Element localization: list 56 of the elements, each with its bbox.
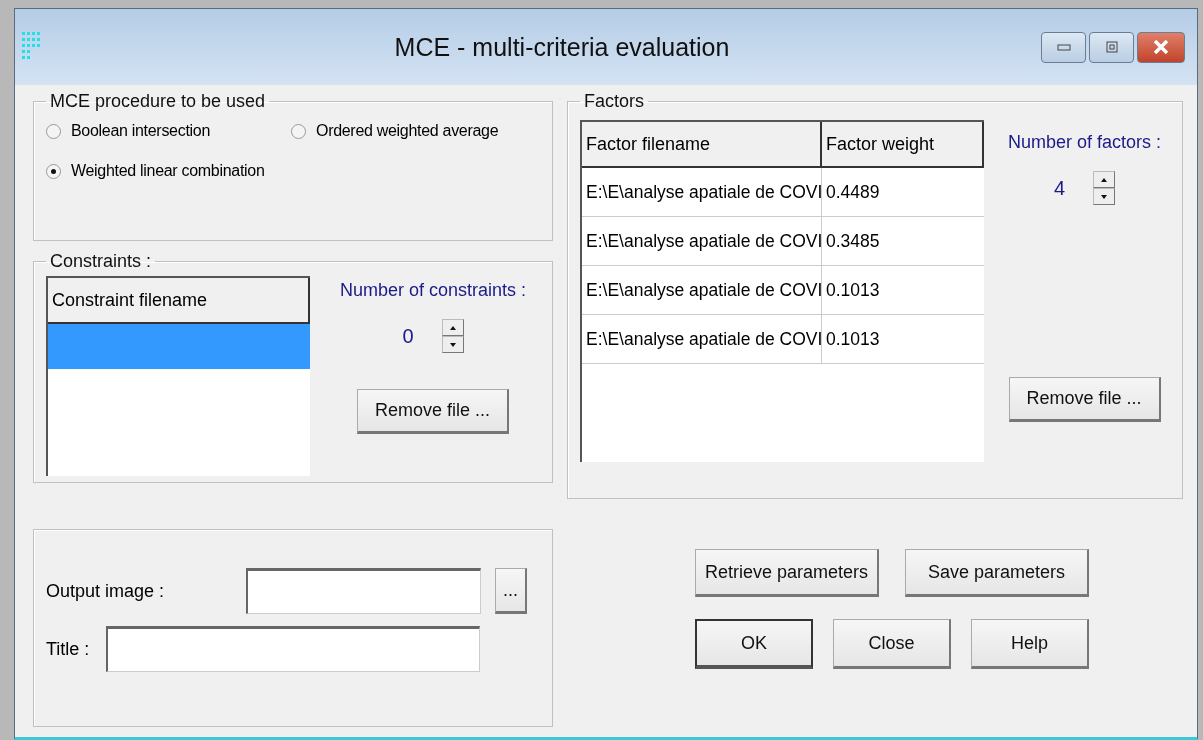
count-value: 4: [1053, 176, 1066, 200]
up-arrow-icon: [1101, 177, 1108, 182]
column-header[interactable]: Factor filename: [582, 122, 822, 168]
radio-label: Weighted linear combination: [71, 162, 265, 180]
output-image-field[interactable]: [246, 568, 481, 614]
radio-label: Boolean intersection: [71, 122, 210, 140]
column-header[interactable]: Factor weight: [822, 122, 984, 168]
minimize-button[interactable]: [1041, 31, 1086, 63]
spin-down-button[interactable]: [1093, 188, 1116, 205]
table-cell-text: 0.4489: [825, 180, 881, 204]
remove-file-button[interactable]: Remove file ...: [357, 389, 510, 434]
group-label: Factors: [583, 91, 645, 112]
constraint-list[interactable]: Constraint filename: [46, 276, 310, 476]
radio-label: Ordered weighted average: [316, 122, 499, 140]
radio-option[interactable]: Boolean intersection: [46, 122, 291, 140]
table-cell: E:\E\analyse apatiale de COVI: [582, 315, 822, 363]
spin-up-button[interactable]: [441, 319, 464, 336]
count-label: Number of factors :: [1008, 132, 1162, 153]
title-field[interactable]: [106, 626, 480, 672]
title-label: Title :: [46, 638, 91, 660]
table-cell-text: 0.1013: [825, 327, 881, 351]
retrieve-parameters-button[interactable]: Retrieve parameters: [695, 549, 879, 597]
group-label: MCE procedure to be used: [49, 91, 267, 112]
up-arrow-icon: [449, 325, 456, 330]
maximize-icon: [1105, 41, 1118, 53]
table-cell-text: 0.1013: [825, 278, 881, 302]
maximize-button[interactable]: [1089, 31, 1134, 63]
save-parameters-button[interactable]: Save parameters: [905, 549, 1089, 597]
down-arrow-icon: [449, 342, 456, 347]
close-button[interactable]: [1137, 31, 1185, 63]
close-dialog-button[interactable]: Close: [833, 619, 951, 669]
group-label: Constraints :: [49, 251, 153, 272]
remove-file-button[interactable]: Remove file ...: [1008, 377, 1161, 422]
down-arrow-icon: [1101, 194, 1108, 199]
table-cell: E:\E\analyse apatiale de COVI: [582, 168, 822, 216]
table-cell: E:\E\analyse apatiale de COVI: [582, 266, 822, 314]
spin-up-button[interactable]: [1093, 171, 1116, 188]
ok-button[interactable]: OK: [695, 619, 813, 669]
close-icon: [1153, 40, 1169, 54]
factor-table[interactable]: Factor filename Factor weight E:\E\analyse apatiale de COVI 0.4489 E:\E\analyse apatiale de COVI 0.3485 E:\E\analyse apatiale de COVI 0.1013 E:\E\analyse apatiale de COVI 0.1013: [580, 120, 984, 462]
window-title: MCE - multi-criteria evaluation: [393, 32, 731, 62]
radio-option[interactable]: Weighted linear combination: [46, 162, 291, 180]
spin-down-button[interactable]: [441, 336, 464, 353]
radio-button[interactable]: [291, 123, 306, 139]
help-button[interactable]: Help: [971, 619, 1089, 669]
minimize-icon: [1056, 43, 1071, 51]
count-value: 0: [402, 324, 414, 348]
radio-button[interactable]: [46, 163, 61, 179]
count-label: Number of constraints :: [340, 280, 527, 301]
browse-button[interactable]: ...: [495, 568, 527, 614]
output-image-label: Output image :: [46, 580, 166, 602]
table-cell: E:\E\analyse apatiale de COVI: [582, 217, 822, 265]
column-header[interactable]: Constraint filename: [48, 278, 310, 324]
radio-option[interactable]: Ordered weighted average: [291, 122, 540, 140]
table-cell-text: 0.3485: [825, 229, 881, 253]
radio-button[interactable]: [46, 123, 61, 139]
